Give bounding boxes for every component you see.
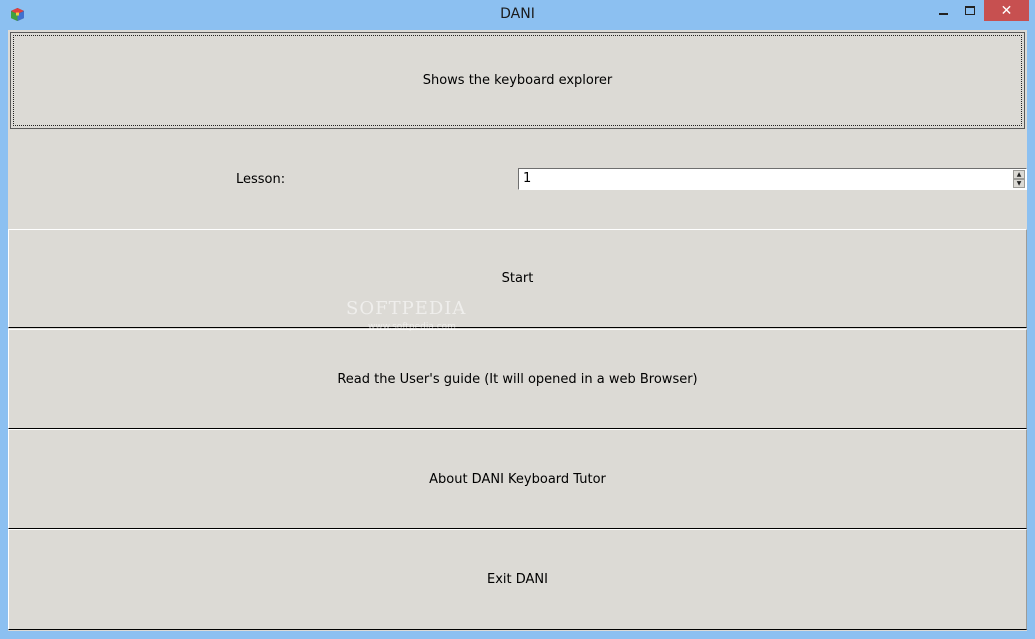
- exit-button[interactable]: Exit DANI: [8, 529, 1027, 630]
- title-bar[interactable]: DANI ✕: [0, 0, 1035, 30]
- lesson-spin-arrows: ▲ ▼: [1013, 170, 1025, 188]
- lesson-row: Lesson: 1 ▲ ▼: [8, 130, 1027, 229]
- spin-down-icon[interactable]: ▼: [1013, 179, 1025, 188]
- close-icon: ✕: [1000, 2, 1013, 19]
- lesson-label: Lesson:: [236, 172, 286, 187]
- maximize-icon: [965, 6, 975, 15]
- minimize-button[interactable]: [930, 0, 956, 21]
- maximize-button[interactable]: [957, 0, 983, 21]
- minimize-icon: [938, 12, 948, 15]
- users-guide-button[interactable]: Read the User's guide (It will opened in…: [8, 329, 1027, 429]
- about-button[interactable]: About DANI Keyboard Tutor: [8, 429, 1027, 529]
- lesson-value[interactable]: 1: [523, 171, 531, 186]
- close-button[interactable]: ✕: [984, 0, 1029, 21]
- lesson-spinbox[interactable]: 1 ▲ ▼: [518, 168, 1027, 190]
- keyboard-explorer-button[interactable]: Shows the keyboard explorer: [10, 32, 1025, 129]
- window-title: DANI: [500, 6, 535, 22]
- spin-up-icon[interactable]: ▲: [1013, 170, 1025, 179]
- start-button[interactable]: Start: [8, 229, 1027, 328]
- app-window: DANI ✕ Shows the keyboard explorer Lesso…: [0, 0, 1035, 639]
- main-panel: Shows the keyboard explorer Lesson: 1 ▲ …: [8, 30, 1027, 631]
